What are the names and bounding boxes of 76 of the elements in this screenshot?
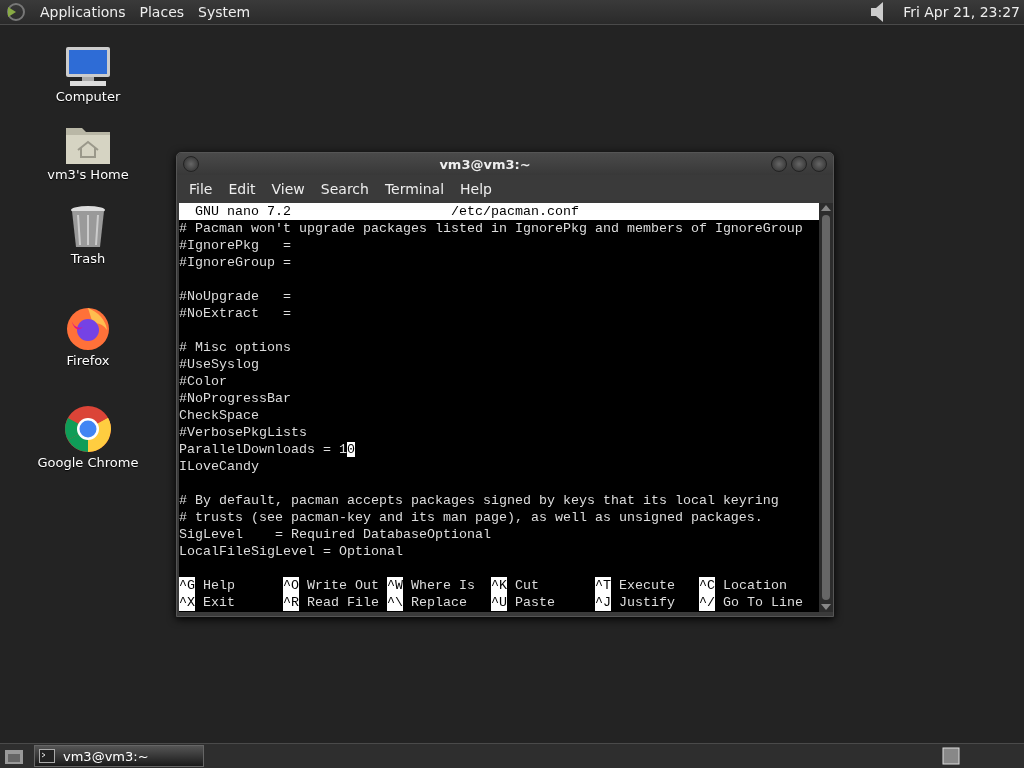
menu-item[interactable]: View	[263, 179, 313, 199]
shortcut-label: Cut	[515, 577, 539, 594]
shortcut-label: Read File	[307, 594, 379, 611]
text-line: #NoExtract =	[179, 305, 292, 322]
scroll-thumb[interactable]	[822, 215, 830, 600]
scroll-up-icon[interactable]	[821, 205, 831, 211]
shortcut-label: Exit	[203, 594, 235, 611]
text-line: #IgnoreGroup =	[179, 254, 292, 271]
shortcut-label: Execute	[619, 577, 675, 594]
text-line: #UseSyslog	[179, 356, 260, 373]
menu-item[interactable]: Help	[452, 179, 500, 199]
window-menu-button[interactable]	[183, 156, 199, 172]
shortcut-label: Paste	[515, 594, 555, 611]
text-line: #NoProgressBar	[179, 390, 292, 407]
home-folder-icon	[65, 125, 111, 165]
shortcut-label: Where Is	[411, 577, 475, 594]
text-line: #Color	[179, 373, 228, 390]
text-line: #NoUpgrade =	[179, 288, 292, 305]
trash-icon	[69, 205, 107, 249]
text-line: SigLevel = Required DatabaseOptional	[179, 526, 492, 543]
terminal-icon	[39, 749, 55, 763]
shortcut-key: ^T	[595, 577, 611, 594]
shortcut-key: ^C	[699, 577, 715, 594]
shortcut-key: ^G	[179, 577, 195, 594]
shortcut-label: Location	[723, 577, 787, 594]
close-button[interactable]	[811, 156, 827, 172]
desktop-icon-label[interactable]: Firefox	[66, 353, 110, 368]
scrollbar[interactable]	[819, 203, 833, 612]
nano-file-name: /etc/pacman.conf	[451, 203, 579, 220]
text-line: LocalFileSigLevel = Optional	[179, 543, 404, 560]
text-line: # trusts (see pacman-key and its man page), as well as unsigned packages.	[179, 509, 764, 526]
panel-menu[interactable]: Places	[139, 4, 185, 20]
taskbar-button[interactable]: vm3@vm3:~	[34, 745, 204, 767]
shortcut-key: ^O	[283, 577, 299, 594]
desktop-icon-label[interactable]: Computer	[55, 89, 121, 104]
menu-item[interactable]: Edit	[220, 179, 264, 199]
shortcut-key: ^U	[491, 594, 507, 611]
text-line: ILoveCandy	[179, 458, 260, 475]
show-desktop-icon[interactable]	[4, 747, 24, 765]
text-line: # By default, pacman accepts packages signed by keys that its local keyring	[179, 492, 780, 509]
chrome-icon	[64, 405, 112, 453]
shortcut-key: ^W	[387, 577, 403, 594]
maximize-button[interactable]	[791, 156, 807, 172]
shortcut-key: ^/	[699, 594, 715, 611]
menu-item[interactable]: Search	[312, 179, 377, 199]
desktop-icon-label[interactable]: Trash	[70, 251, 106, 266]
desktop-icon-label[interactable]: Google Chrome	[37, 455, 139, 470]
shortcut-key: ^J	[595, 594, 611, 611]
text-line: #VerbosePkgLists	[179, 424, 308, 441]
monitor-icon	[64, 45, 112, 87]
menu-item[interactable]: Terminal	[376, 179, 453, 199]
clock[interactable]: Fri Apr 21, 23:27	[903, 4, 1020, 20]
text-line: #IgnorePkg =	[179, 237, 292, 254]
text-line: # Misc options	[179, 339, 292, 356]
shortcut-key: ^X	[179, 594, 195, 611]
workspace-switcher-icon[interactable]	[942, 747, 960, 765]
text-line: CheckSpace	[179, 407, 260, 424]
panel-menu[interactable]: System	[198, 4, 251, 20]
shortcut-label: Go To Line	[723, 594, 803, 611]
desktop-icon-label[interactable]: vm3's Home	[47, 167, 129, 182]
scroll-down-icon[interactable]	[821, 604, 831, 610]
shortcut-label: Justify	[619, 594, 675, 611]
shortcut-label: Write Out	[307, 577, 379, 594]
shortcut-key: ^R	[283, 594, 299, 611]
menu-item[interactable]: File	[181, 179, 221, 199]
window-title: vm3@vm3:~	[438, 156, 532, 172]
shortcut-label: Help	[203, 577, 235, 594]
panel-menu[interactable]: Applications	[40, 4, 126, 20]
firefox-icon	[65, 305, 111, 351]
nano-version: GNU nano 7.2	[195, 203, 292, 220]
shortcut-label: Replace	[411, 594, 467, 611]
shortcut-key: ^\	[387, 594, 403, 611]
menu-logo-icon[interactable]	[4, 2, 26, 22]
shortcut-key: ^K	[491, 577, 507, 594]
text-line: # Pacman won't upgrade packages listed in IgnorePkg and members of IgnoreGroup	[179, 220, 804, 237]
minimize-button[interactable]	[771, 156, 787, 172]
